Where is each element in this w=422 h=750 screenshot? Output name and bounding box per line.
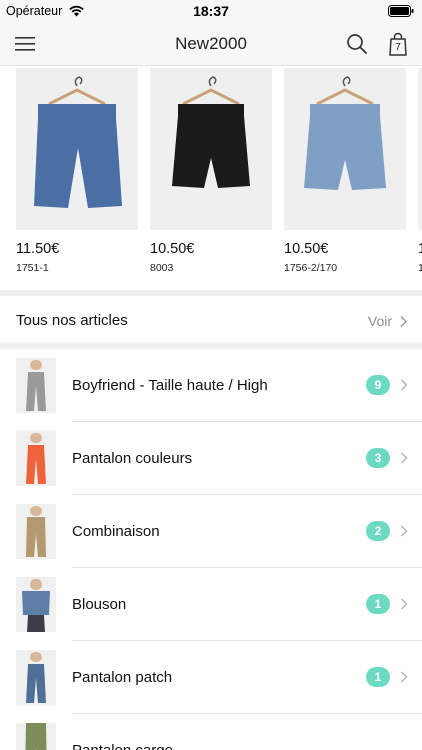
category-thumbnail (16, 650, 56, 705)
product-price: 10.50€ (284, 241, 329, 257)
nav-bar: New2000 7 (0, 22, 422, 66)
all-articles-header[interactable]: Tous nos articles Voir (0, 296, 422, 346)
product-carousel[interactable]: 11.50€ 1751-1 10.50€ 8003 10.50€ 1756-2/… (0, 66, 422, 290)
hanger-shorts-illustration (34, 76, 122, 208)
category-count-badge: 1 (366, 667, 390, 687)
category-thumbnail (16, 577, 56, 632)
category-row[interactable]: Pantalon couleurs 3 (0, 422, 422, 495)
chevron-right-icon (401, 671, 408, 683)
battery-icon (388, 5, 414, 17)
product-reference: 1756-2/170 (284, 262, 338, 274)
product-price: 11.50€ (16, 241, 60, 257)
category-label: Blouson (72, 596, 127, 613)
category-thumbnail (16, 358, 56, 413)
hanger-shorts-illustration (172, 76, 250, 188)
product-price: 10.50€ (150, 241, 195, 257)
category-count-badge: 2 (366, 521, 390, 541)
category-thumbnail (16, 504, 56, 559)
category-label: Pantalon cargo (72, 742, 173, 750)
section-title: Tous nos articles (16, 312, 128, 329)
category-label: Pantalon patch (72, 669, 173, 686)
product-image (418, 68, 422, 230)
chevron-right-icon (401, 598, 408, 610)
product-image (150, 68, 272, 230)
hanger-shorts-illustration (304, 76, 386, 190)
category-count-badge: 3 (366, 448, 390, 468)
category-thumbnail (16, 723, 56, 750)
product-reference: 8003 (150, 262, 174, 274)
product-reference: 1 (418, 262, 422, 274)
category-label: Pantalon couleurs (72, 450, 193, 467)
product-reference: 1751-1 (16, 262, 49, 274)
category-row[interactable]: Blouson 1 (0, 568, 422, 641)
chevron-right-icon (401, 525, 408, 537)
chevron-right-icon (401, 452, 408, 464)
cart-count-badge: 7 (395, 42, 401, 53)
search-icon[interactable] (345, 32, 369, 56)
category-thumbnail (16, 431, 56, 486)
category-row[interactable]: Pantalon cargo (0, 714, 422, 750)
status-time: 18:37 (193, 3, 229, 19)
category-row[interactable]: Boyfriend - Taille haute / High 9 (0, 349, 422, 422)
category-label: Boyfriend - Taille haute / High (72, 377, 268, 394)
product-image (284, 68, 406, 230)
category-label: Combinaison (72, 523, 160, 540)
category-count-badge: 9 (366, 375, 390, 395)
status-bar: Opérateur 18:37 (0, 0, 422, 22)
see-all-link[interactable]: Voir (368, 313, 392, 329)
product-image (16, 68, 138, 230)
chevron-right-icon (401, 379, 408, 391)
chevron-right-icon (400, 316, 407, 327)
category-row[interactable]: Combinaison 2 (0, 495, 422, 568)
category-row[interactable]: Pantalon patch 1 (0, 641, 422, 714)
product-price: 1 (418, 241, 422, 257)
category-count-badge: 1 (366, 594, 390, 614)
